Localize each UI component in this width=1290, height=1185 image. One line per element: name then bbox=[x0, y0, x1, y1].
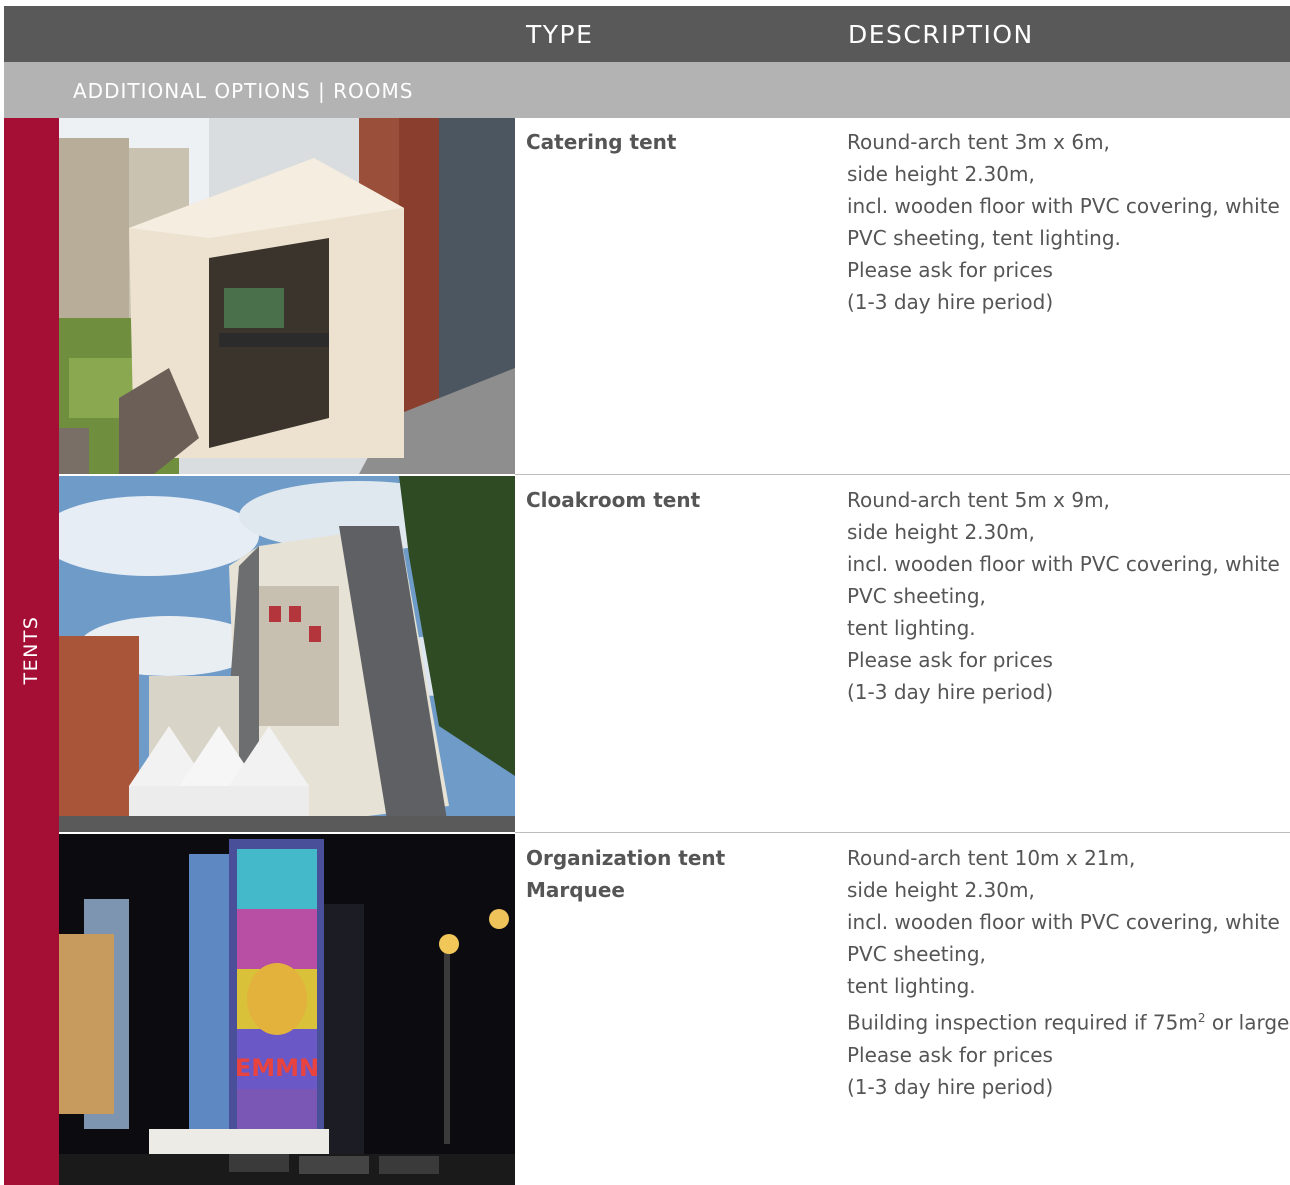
type-name: Marquee bbox=[526, 878, 625, 902]
description-line: Please ask for prices bbox=[847, 1042, 1053, 1067]
catering-tent-photo bbox=[59, 118, 515, 474]
description-cell: Round-arch tent 5m x 9m, side height 2.3… bbox=[847, 484, 1290, 708]
row-divider bbox=[515, 832, 1290, 833]
description-line: Round-arch tent 10m x 21m, bbox=[847, 846, 1136, 870]
description-line-inspection: Building inspection required if 75m2 or … bbox=[847, 1002, 1290, 1039]
description-line: PVC sheeting, tent lighting. bbox=[847, 226, 1121, 250]
inspection-text: Building inspection required if 75m bbox=[847, 1010, 1198, 1035]
description-line: side height 2.30m, bbox=[847, 878, 1035, 902]
type-name: Cloakroom tent bbox=[526, 488, 701, 512]
type-cell: Organization tent Marquee bbox=[526, 842, 826, 906]
type-column-header: TYPE bbox=[526, 20, 594, 49]
description-line: side height 2.30m, bbox=[847, 162, 1035, 186]
type-cell: Cloakroom tent bbox=[526, 484, 826, 516]
section-header: ADDITIONAL OPTIONS | ROOMS bbox=[4, 62, 1290, 118]
table-row-cloakroom-tent: Cloakroom tent Round-arch tent 5m x 9m, … bbox=[59, 476, 1290, 832]
price-list-page: TYPE DESCRIPTION ADDITIONAL OPTIONS | RO… bbox=[0, 0, 1290, 1185]
emmn-sign: EMMN bbox=[235, 1054, 319, 1082]
description-line: incl. wooden floor with PVC covering, wh… bbox=[847, 552, 1280, 576]
organization-tent-photo: EMMN bbox=[59, 834, 515, 1185]
description-line: Please ask for prices bbox=[847, 258, 1053, 282]
description-line: Round-arch tent 5m x 9m, bbox=[847, 488, 1110, 512]
row-divider bbox=[515, 474, 1290, 475]
category-label: TENTS bbox=[20, 615, 42, 685]
description-cell: Round-arch tent 10m x 21m, side height 2… bbox=[847, 842, 1290, 1103]
table-row-organization-tent: EMMN Organization tent Marquee Round-arc… bbox=[59, 834, 1290, 1185]
description-column-header: DESCRIPTION bbox=[848, 20, 1034, 49]
description-line: incl. wooden floor with PVC covering, wh… bbox=[847, 194, 1280, 218]
table-row-catering-tent: Catering tent Round-arch tent 3m x 6m, s… bbox=[59, 118, 1290, 474]
description-line: tent lighting. bbox=[847, 616, 976, 640]
cloakroom-tent-photo bbox=[59, 476, 515, 832]
table-header: TYPE DESCRIPTION bbox=[4, 6, 1290, 62]
section-title: ADDITIONAL OPTIONS | ROOMS bbox=[73, 79, 414, 103]
category-side-tab: TENTS bbox=[4, 118, 59, 1185]
description-line: side height 2.30m, bbox=[847, 520, 1035, 544]
description-line: Round-arch tent 3m x 6m, bbox=[847, 130, 1110, 154]
description-line: PVC sheeting, bbox=[847, 584, 986, 608]
description-line: tent lighting. bbox=[847, 974, 976, 998]
description-line: incl. wooden floor with PVC covering, wh… bbox=[847, 910, 1280, 934]
description-line: (1-3 day hire period) bbox=[847, 1074, 1054, 1099]
type-name: Catering tent bbox=[526, 130, 677, 154]
square-superscript: 2 bbox=[1197, 1011, 1206, 1025]
description-cell: Round-arch tent 3m x 6m, side height 2.3… bbox=[847, 126, 1290, 318]
type-name: Organization tent bbox=[526, 846, 726, 870]
description-line: PVC sheeting, bbox=[847, 942, 986, 966]
type-cell: Catering tent bbox=[526, 126, 826, 158]
description-line: (1-3 day hire period) bbox=[847, 290, 1054, 314]
description-line: (1-3 day hire period) bbox=[847, 680, 1054, 704]
description-line: Please ask for prices bbox=[847, 648, 1053, 672]
inspection-suffix: or larger bbox=[1205, 1010, 1290, 1035]
